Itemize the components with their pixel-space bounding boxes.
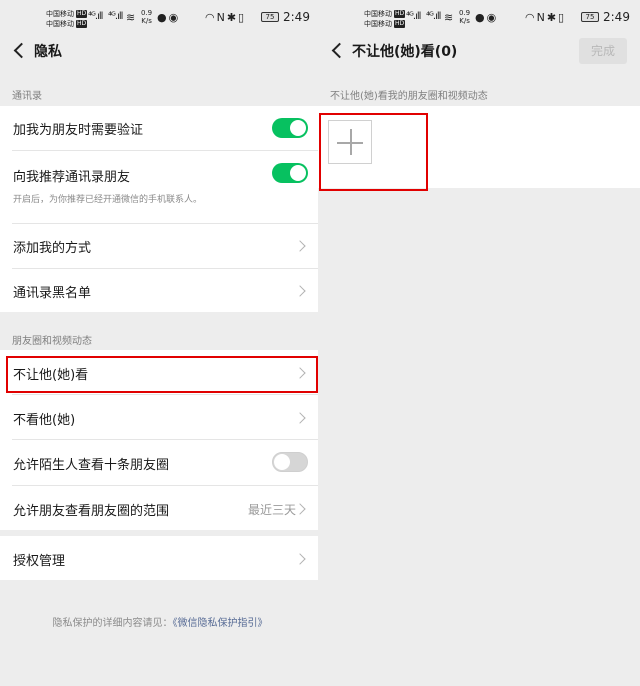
- carrier-info: 中国移动 HD 中国移动 HD: [46, 9, 88, 29]
- setting-row-stranger[interactable]: 允许陌生人查看十条朋友圈: [0, 440, 320, 485]
- signal-icon: ⁴ᴳ.ıll: [406, 11, 421, 22]
- chevron-right-icon: [296, 284, 306, 298]
- nav-bar: 不让他(她)看(0) 完成: [318, 34, 640, 66]
- signal-icon: ⁴ᴳ.ıll: [426, 11, 441, 22]
- hd-badge: HD: [394, 20, 406, 28]
- net-speed: 0.9 K/s: [459, 9, 471, 25]
- carrier-name-1: 中国移动: [364, 10, 392, 18]
- section-header-moments: 朋友圈和视频动态: [12, 336, 92, 347]
- status-bar: 中国移动 HD 中国移动 HD ⁴ᴳ.ıll ⁴ᴳ.ıll ≋ 0.9 K/s ●◉ …: [0, 0, 320, 34]
- chevron-right-icon: [296, 239, 306, 253]
- row-label: 允许陌生人查看十条朋友圈: [13, 458, 170, 473]
- setting-row-auth[interactable]: 授权管理: [0, 536, 320, 580]
- privacy-footer: 隐私保护的详细内容请见：《微信隐私保护指引》: [0, 614, 320, 629]
- section-header-contacts: 通讯录: [12, 91, 42, 102]
- hide-hint-text: 不让他(她)看我的朋友圈和视频动态: [330, 91, 488, 102]
- stranger-toggle[interactable]: [272, 452, 308, 472]
- footer-text: 隐私保护的详细内容请见：: [52, 618, 173, 629]
- setting-row-add-methods[interactable]: 添加我的方式: [0, 224, 320, 268]
- chevron-right-icon: [296, 552, 306, 566]
- net-speed: 0.9 K/s: [141, 9, 153, 25]
- verify-toggle[interactable]: [272, 118, 308, 138]
- highlight-box: [319, 113, 428, 191]
- back-icon[interactable]: [330, 40, 348, 60]
- wifi-icon: ≋: [444, 11, 456, 24]
- done-button[interactable]: 完成: [579, 38, 627, 64]
- status-bar: 中国移动 HD 中国移动 HD ⁴ᴳ.ıll ⁴ᴳ.ıll ≋ 0.9 K/s ●◉ …: [318, 0, 640, 34]
- row-label: 添加我的方式: [13, 241, 92, 256]
- row-label: 通讯录黑名单: [13, 286, 92, 301]
- setting-row-verify[interactable]: 加我为朋友时需要验证: [0, 106, 320, 150]
- nav-bar: 隐私: [0, 34, 320, 66]
- highlight-box: [6, 356, 318, 393]
- carrier-info: 中国移动 HD 中国移动 HD: [364, 9, 406, 29]
- chevron-right-icon: [296, 502, 306, 516]
- system-status-icons: ◠N✱▯: [205, 11, 247, 24]
- signal-icon: ⁴ᴳ.ıll: [108, 11, 123, 22]
- hd-badge: HD: [394, 10, 406, 18]
- carrier-name-1: 中国移动: [46, 10, 74, 18]
- clock: 2:49: [603, 10, 630, 24]
- recommend-toggle[interactable]: [272, 163, 308, 183]
- hd-badge: HD: [76, 20, 88, 28]
- setting-row-blacklist[interactable]: 通讯录黑名单: [0, 269, 320, 312]
- notification-icons: ●◉: [475, 11, 499, 24]
- notification-icons: ●◉: [157, 11, 181, 24]
- range-value: 最近三天: [247, 503, 296, 517]
- hide-moments-screen: 中国移动 HD 中国移动 HD ⁴ᴳ.ıll ⁴ᴳ.ıll ≋ 0.9 K/s ●◉ …: [318, 0, 640, 686]
- row-label: 授权管理: [13, 554, 66, 569]
- back-icon[interactable]: [12, 40, 30, 60]
- privacy-screen: 中国移动 HD 中国移动 HD ⁴ᴳ.ıll ⁴ᴳ.ıll ≋ 0.9 K/s ●◉ …: [0, 0, 320, 686]
- hd-badge: HD: [76, 10, 88, 18]
- clock: 2:49: [283, 10, 310, 24]
- page-title: 不让他(她)看(0): [352, 44, 458, 60]
- contacts-card: 加我为朋友时需要验证 向我推荐通讯录朋友 开启后，为你推荐已经开通微信的手机联系…: [0, 106, 320, 312]
- row-label: 允许朋友查看朋友圈的范围: [13, 504, 170, 519]
- carrier-name-2: 中国移动: [364, 20, 392, 28]
- setting-row-dont-see[interactable]: 不看他(她): [0, 395, 320, 439]
- chevron-right-icon: [296, 411, 306, 425]
- wifi-icon: ≋: [126, 11, 138, 24]
- auth-card: 授权管理: [0, 536, 320, 580]
- system-status-icons: ◠N✱▯: [525, 11, 567, 24]
- row-label: 不看他(她): [13, 413, 76, 428]
- battery-icon: 75: [261, 12, 279, 22]
- page-title: 隐私: [34, 44, 62, 60]
- battery-icon: 75: [581, 12, 599, 22]
- setting-row-recommend[interactable]: 向我推荐通讯录朋友 开启后，为你推荐已经开通微信的手机联系人。: [0, 151, 320, 223]
- row-label: 加我为朋友时需要验证: [13, 123, 144, 138]
- signal-icon: ⁴ᴳ.ıll: [88, 11, 103, 22]
- setting-row-range[interactable]: 允许朋友查看朋友圈的范围 最近三天: [0, 486, 320, 530]
- row-label: 向我推荐通讯录朋友: [13, 170, 131, 185]
- carrier-name-2: 中国移动: [46, 20, 74, 28]
- privacy-guide-link[interactable]: 《微信隐私保护指引》: [173, 618, 268, 629]
- row-sublabel: 开启后，为你推荐已经开通微信的手机联系人。: [13, 195, 203, 205]
